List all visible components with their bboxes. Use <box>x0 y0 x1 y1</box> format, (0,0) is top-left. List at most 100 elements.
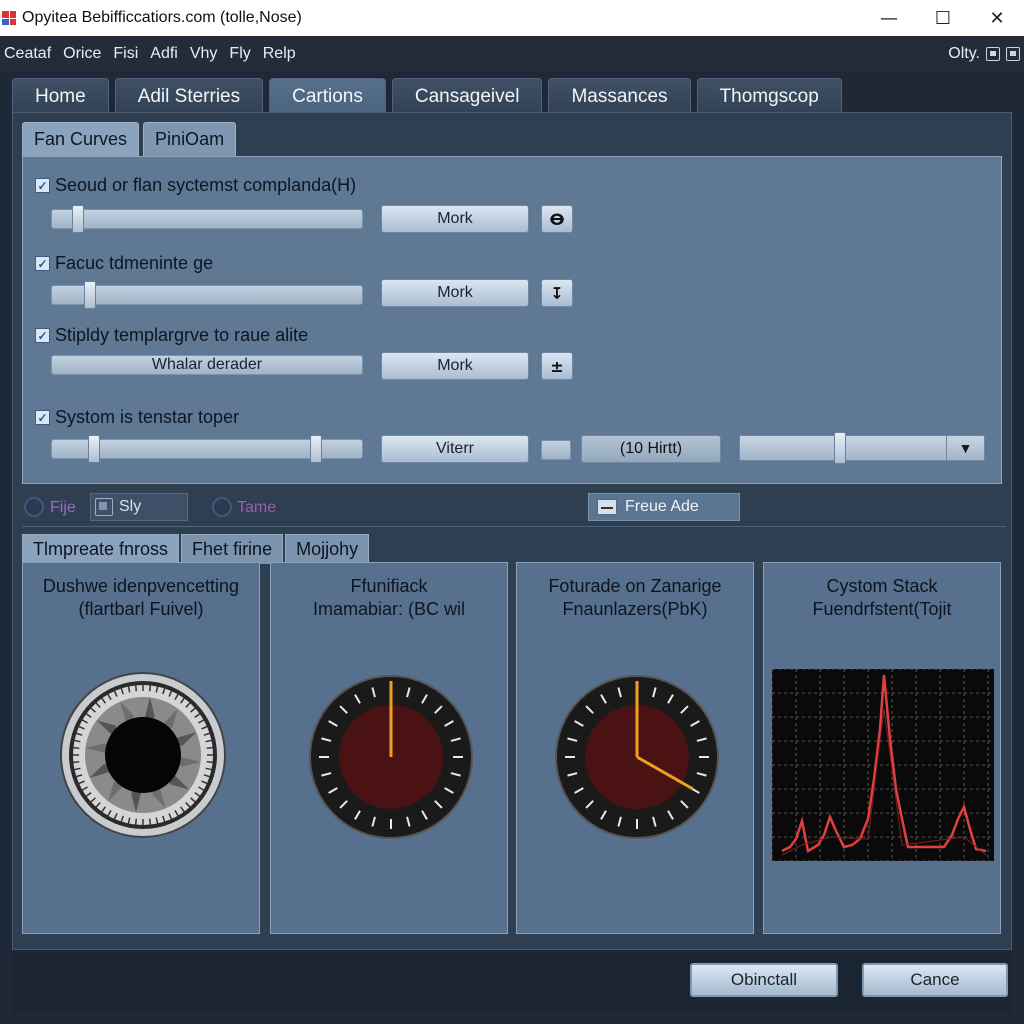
tab-mojjohy[interactable]: Mojjohy <box>285 534 370 564</box>
lock-icon[interactable]: ⴱ <box>541 205 573 233</box>
fan-row-3-label: Stipldy templargrve to raue alite <box>55 325 309 345</box>
install-button[interactable]: Obinctall <box>690 963 838 997</box>
fan-row-4-slider-thumb-low[interactable] <box>88 435 100 463</box>
window-minus-icon <box>597 499 617 515</box>
tab-fan-curves[interactable]: Fan Curves <box>22 122 140 156</box>
sly-label: Sly <box>119 498 142 515</box>
fan-row-4-checkbox[interactable]: ✓ <box>35 410 50 425</box>
monitor-tab-bar: Tlmpreate fnross Fhet firine Mojjohy <box>22 534 370 564</box>
radio-fije-label: Fije <box>50 499 76 516</box>
plus-minus-icon[interactable]: ± <box>541 352 573 380</box>
temperature-dial-icon <box>309 675 473 839</box>
fan-row-4-dropdown[interactable]: ▼ <box>739 432 985 464</box>
card-stack: Cystom Stack Fuendrfstent(Tojit <box>763 562 1001 934</box>
main-tab-bar: Home Adil Sterries Cartions Cansageivel … <box>12 78 842 114</box>
freue-ade-button[interactable]: Freue Ade <box>588 493 740 521</box>
fan-row-4-range-slider[interactable] <box>51 435 363 463</box>
fan-row-2-slider-thumb[interactable] <box>84 281 96 309</box>
fan-row-4-toggle[interactable] <box>541 440 571 460</box>
fan-row-1-checkbox[interactable]: ✓ <box>35 178 50 193</box>
fan-row-2-label: Facuc tdmeninte ge <box>55 253 214 273</box>
tab-tlmpreate-fnross[interactable]: Tlmpreate fnross <box>22 534 180 564</box>
card-4-title: Cystom Stack Fuendrfstent(Tojit <box>764 575 1000 621</box>
radio-tame[interactable] <box>212 497 232 517</box>
tab-fhet-firine[interactable]: Fhet firine <box>181 534 284 564</box>
fan-row-2-checkbox[interactable]: ✓ <box>35 256 50 271</box>
card-3-title-line2: Fnaunlazers(PbK) <box>562 599 708 619</box>
menu-item-adfi[interactable]: Adfi <box>148 45 186 63</box>
menu-item-orice[interactable]: Orice <box>61 45 109 63</box>
speed-dial-icon <box>555 675 719 839</box>
chevron-down-icon[interactable]: ▼ <box>946 436 984 460</box>
app-icon <box>2 11 16 25</box>
tab-home[interactable]: Home <box>12 78 109 114</box>
window-icon[interactable] <box>1006 47 1020 61</box>
menu-item-fisi[interactable]: Fisi <box>111 45 146 63</box>
fan-row-4-dropdown-thumb[interactable] <box>834 432 846 464</box>
fan-row-2-slider[interactable] <box>51 281 363 309</box>
card-4-title-line1: Cystom Stack <box>826 576 938 596</box>
sly-toggle[interactable]: Sly <box>90 493 188 521</box>
menu-item-fly[interactable]: Fly <box>227 45 258 63</box>
tab-cansageivel[interactable]: Cansageivel <box>391 78 543 114</box>
save-icon[interactable] <box>986 47 1000 61</box>
card-temperature: Ffunifiack Imamabiar: (BC wil <box>270 562 508 934</box>
menu-item-ceataf[interactable]: Ceataf <box>2 45 59 63</box>
fan-row-3-text-bar[interactable]: Whalar derader <box>51 355 363 375</box>
waveform-chart <box>771 668 994 862</box>
sly-icon <box>95 498 113 516</box>
fan-row-1: ✓ Seoud or flan syctemst complanda(H) <box>35 175 356 196</box>
tab-massances[interactable]: Massances <box>548 78 691 114</box>
tab-cartions[interactable]: Cartions <box>269 78 386 114</box>
fan-curves-panel: ✓ Seoud or flan syctemst complanda(H) Mo… <box>22 156 1002 484</box>
card-fan-speed: Dushwe idenpvencetting (flartbarl Fuivel… <box>22 562 260 934</box>
fan-tab-bar: Fan Curves PiniOam <box>22 122 237 156</box>
maximize-button[interactable]: ☐ <box>916 0 970 36</box>
fan-row-3: ✓ Stipldy templargrve to raue alite <box>35 325 308 346</box>
fan-gauge-icon <box>60 672 226 838</box>
tab-thomgscop[interactable]: Thomgscop <box>696 78 842 114</box>
card-1-title-line2: (flartbarl Fuivel) <box>78 599 204 619</box>
menu-right-label[interactable]: Olty. <box>948 45 980 63</box>
fan-row-2: ✓ Facuc tdmeninte ge <box>35 253 213 274</box>
fan-row-3-checkbox[interactable]: ✓ <box>35 328 50 343</box>
window-title: Opyitea Bebifficcatiors.com (tolle,Nose) <box>22 9 302 26</box>
menu-item-relp[interactable]: Relp <box>261 45 304 63</box>
card-4-title-line2: Fuendrfstent(Tojit <box>812 599 952 619</box>
radio-fije[interactable] <box>24 497 44 517</box>
fan-row-1-mork-button[interactable]: Mork <box>381 205 529 233</box>
fan-row-1-slider-thumb[interactable] <box>72 205 84 233</box>
monitor-cards: Dushwe idenpvencetting (flartbarl Fuivel… <box>22 562 1004 934</box>
fan-row-4-slider-thumb-high[interactable] <box>310 435 322 463</box>
card-3-title: Foturade on Zanarige Fnaunlazers(PbK) <box>517 575 753 621</box>
card-1-title: Dushwe idenpvencetting (flartbarl Fuivel… <box>23 575 259 621</box>
cancel-button[interactable]: Cance <box>862 963 1008 997</box>
title-bar: Opyitea Bebifficcatiors.com (tolle,Nose)… <box>0 0 1024 36</box>
fan-row-4-value-field[interactable]: (10 Hirtt) <box>581 435 721 463</box>
fan-row-2-mork-button[interactable]: Mork <box>381 279 529 307</box>
tab-adil-sterries[interactable]: Adil Sterries <box>114 78 264 114</box>
fan-row-4-label: Systom is tenstar toper <box>55 407 240 427</box>
options-row: Fije Sly Tame Freue Ade <box>22 492 1002 522</box>
tab-pinioam[interactable]: PiniOam <box>143 122 237 156</box>
fan-row-4: ✓ Systom is tenstar toper <box>35 407 239 428</box>
menu-item-vhy[interactable]: Vhy <box>188 45 226 63</box>
download-icon[interactable]: ↧ <box>541 279 573 307</box>
menu-bar: Ceataf Orice Fisi Adfi Vhy Fly Relp Olty… <box>0 36 1024 72</box>
close-button[interactable]: ✕ <box>970 0 1024 36</box>
waveform-svg <box>771 668 994 862</box>
section-divider <box>22 526 1006 527</box>
card-1-title-line1: Dushwe idenpvencetting <box>42 576 240 596</box>
card-speed: Foturade on Zanarige Fnaunlazers(PbK) <box>516 562 754 934</box>
fan-row-1-slider[interactable] <box>51 205 363 233</box>
card-2-title-line1: Ffunifiack <box>350 576 428 596</box>
minimize-button[interactable]: — <box>862 0 916 36</box>
card-2-title-line2: Imamabiar: (BC wil <box>312 599 466 619</box>
waveform-line <box>781 674 987 853</box>
card-2-title: Ffunifiack Imamabiar: (BC wil <box>271 575 507 621</box>
fan-row-1-label: Seoud or flan syctemst complanda(H) <box>55 175 357 195</box>
fan-row-4-viterr-button[interactable]: Viterr <box>381 435 529 463</box>
freue-ade-label: Freue Ade <box>625 498 699 515</box>
card-3-title-line1: Foturade on Zanarige <box>548 576 722 596</box>
fan-row-3-mork-button[interactable]: Mork <box>381 352 529 380</box>
